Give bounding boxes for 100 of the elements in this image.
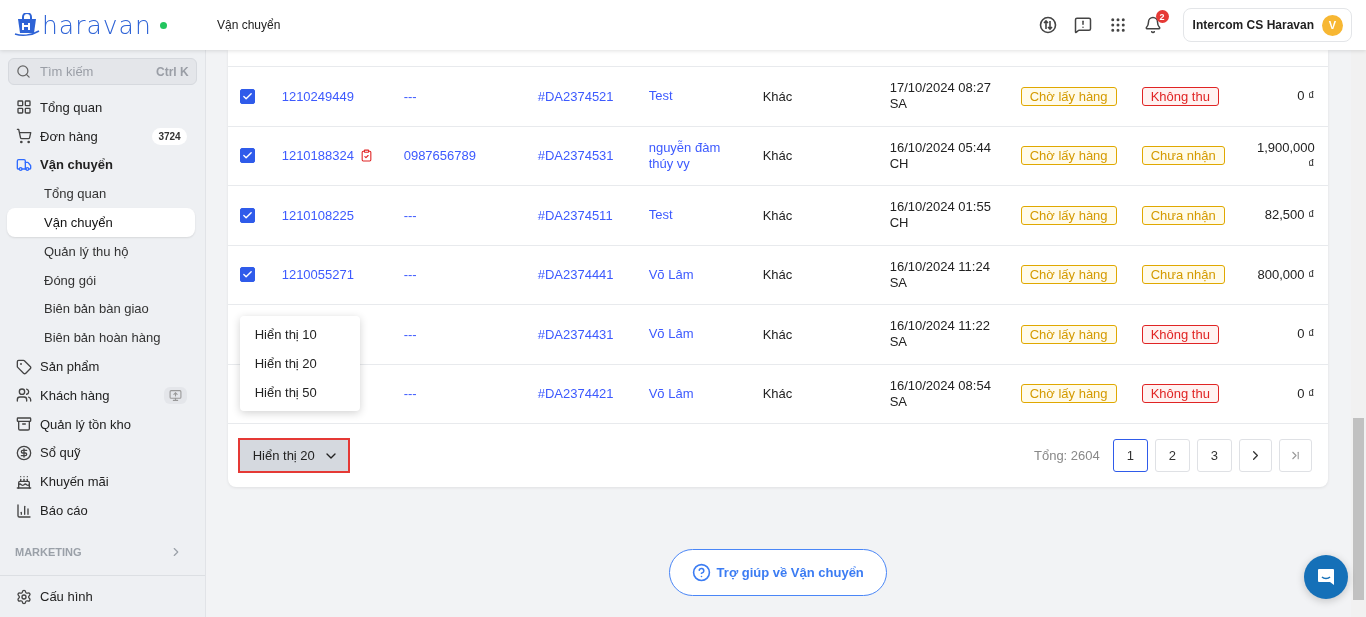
payment-tag: Chưa nhận — [1141, 205, 1225, 225]
sidebar-subitem[interactable]: Biên bản hoàn hàng — [7, 323, 195, 353]
amount-cell-text: 1,900,000 ₫ — [1255, 139, 1315, 172]
account-button[interactable]: Intercom CS Haravan V — [1182, 8, 1352, 42]
code-link[interactable]: #DA2374441 — [537, 267, 614, 283]
shortcut-hint: Ctrl K — [156, 64, 189, 79]
date-cell-text: 16/10/2024 08:54 SA — [889, 377, 992, 410]
check-icon — [241, 90, 253, 102]
phone-link[interactable]: --- — [403, 326, 417, 342]
logo-icon — [14, 13, 40, 37]
phone-link[interactable]: --- — [403, 386, 417, 402]
total-count: Tổng: 2604 — [1034, 448, 1100, 463]
phone-link[interactable]: 0987656789 — [403, 148, 476, 164]
customer-link[interactable]: Võ Lâm — [648, 326, 737, 343]
sidebar-subitem[interactable]: Biên bản bàn giao — [7, 294, 195, 324]
date-cell-text: 16/10/2024 01:55 CH — [889, 199, 992, 232]
settings-icon — [16, 588, 32, 605]
code-link[interactable]: #DA2374421 — [537, 386, 614, 402]
date-cell-text: 16/10/2024 05:44 CH — [889, 139, 992, 172]
customer-link[interactable]: Võ Lâm — [648, 385, 737, 402]
check-icon — [241, 209, 253, 221]
row-checkbox[interactable] — [239, 148, 255, 164]
status-tag: Chờ lấy hàng — [1020, 384, 1117, 404]
sidebar-item[interactable]: Tổng quan — [0, 93, 205, 122]
help-button[interactable]: Trợ giúp về Vận chuyển — [668, 549, 887, 596]
switch-icon[interactable] — [1038, 16, 1057, 34]
carrier-cell-text: Khác — [762, 326, 794, 342]
sidebar-subitem[interactable]: Quản lý thu hộ — [7, 237, 195, 266]
amount-cell-text: 0 ₫ — [1296, 326, 1315, 343]
feedback-icon[interactable] — [1073, 16, 1092, 34]
breadcrumb: Vận chuyển — [217, 18, 281, 32]
menu-option[interactable]: Hiển thị 20 — [239, 349, 360, 378]
order-link[interactable]: 1210055271 — [281, 267, 354, 283]
payment-tag: Không thu — [1141, 384, 1219, 404]
amount-cell-text: 0 ₫ — [1296, 385, 1315, 402]
logo-text[interactable]: haravan — [42, 10, 152, 40]
avatar: V — [1322, 14, 1343, 36]
phone-link[interactable]: --- — [403, 207, 417, 223]
apps-icon[interactable] — [1108, 16, 1127, 34]
carrier-cell-text: Khác — [762, 207, 794, 223]
sidebar-item[interactable]: Khách hàng — [0, 380, 205, 410]
notification-badge: 2 — [1155, 10, 1169, 23]
carrier-cell-text: Khác — [762, 267, 794, 283]
page-button[interactable]: 2 — [1154, 439, 1190, 472]
menu-option[interactable]: Hiển thị 10 — [239, 320, 360, 349]
amount-cell-text: 800,000 ₫ — [1256, 266, 1315, 283]
date-cell-text: 16/10/2024 11:24 SA — [889, 258, 991, 291]
amount-cell-text: 82,500 ₫ — [1263, 207, 1315, 224]
amount-cell-text: 0 ₫ — [1296, 88, 1315, 105]
status-tag: Chờ lấy hàng — [1020, 146, 1117, 166]
customer-link[interactable]: nguyễn đàm thúy vy — [648, 139, 737, 172]
bell-icon[interactable] — [1143, 16, 1162, 34]
sidebar-subitem[interactable]: Đóng gói — [7, 265, 195, 295]
sidebar-item[interactable]: Cấu hình — [0, 582, 205, 611]
date-cell-text: 17/10/2024 08:27 SA — [889, 80, 992, 113]
code-link[interactable]: #DA2374511 — [537, 207, 613, 223]
phone-link[interactable]: --- — [403, 267, 417, 283]
page-size-dropdown[interactable]: Hiển thị 20 — [237, 438, 350, 473]
date-cell-text: 16/10/2024 11:22 SA — [889, 318, 991, 351]
sidebar-subitem[interactable]: Vận chuyển — [7, 208, 195, 237]
sidebar-item[interactable]: Đơn hàng 3724 — [0, 121, 205, 151]
status-dot — [159, 21, 167, 29]
search-icon — [16, 64, 31, 79]
sidebar-item[interactable]: Sản phẩm — [0, 352, 205, 381]
sidebar-item[interactable]: Báo cáo — [0, 496, 205, 525]
carrier-cell-text: Khác — [762, 148, 794, 164]
status-tag: Chờ lấy hàng — [1020, 265, 1117, 285]
status-tag: Chờ lấy hàng — [1020, 86, 1117, 106]
page-button[interactable]: 3 — [1196, 439, 1232, 472]
phone-link[interactable]: --- — [403, 88, 417, 104]
chat-icon — [1316, 567, 1336, 587]
carrier-cell-text: Khác — [762, 386, 794, 402]
help-icon — [691, 563, 711, 582]
order-link[interactable]: 1210188324 — [281, 148, 354, 164]
customer-link[interactable]: Võ Lâm — [648, 266, 737, 283]
count-badge: 3724 — [152, 127, 187, 145]
code-link[interactable]: #DA2374521 — [537, 88, 614, 104]
payment-tag: Không thu — [1141, 86, 1219, 106]
sidebar-item[interactable]: Vận chuyển — [0, 150, 205, 180]
row-checkbox[interactable] — [239, 88, 255, 104]
order-link[interactable]: 1210249449 — [281, 88, 354, 104]
menu-option[interactable]: Hiển thị 50 — [239, 378, 360, 407]
payment-tag: Chưa nhận — [1141, 146, 1225, 166]
section-label: MARKETING — [15, 546, 82, 559]
status-tag: Chờ lấy hàng — [1020, 324, 1117, 344]
sidebar-item[interactable]: Quản lý tồn kho — [0, 409, 205, 439]
order-link[interactable]: 1210108225 — [281, 207, 354, 223]
sidebar-subitem[interactable]: Tổng quan — [7, 179, 195, 209]
payment-tag: Chưa nhận — [1141, 265, 1225, 285]
payment-tag: Không thu — [1141, 324, 1219, 344]
row-checkbox[interactable] — [239, 207, 255, 223]
customer-link[interactable]: Test — [648, 88, 737, 105]
sidebar-item[interactable]: Khuyến mãi — [0, 467, 205, 497]
code-link[interactable]: #DA2374431 — [537, 326, 614, 342]
code-link[interactable]: #DA2374531 — [537, 148, 614, 164]
customer-link[interactable]: Test — [648, 207, 737, 224]
carrier-cell-text: Khác — [762, 88, 794, 104]
row-checkbox[interactable] — [239, 267, 255, 283]
page-button[interactable]: 1 — [1112, 439, 1148, 472]
sidebar-item[interactable]: Sổ quỹ — [0, 438, 205, 468]
